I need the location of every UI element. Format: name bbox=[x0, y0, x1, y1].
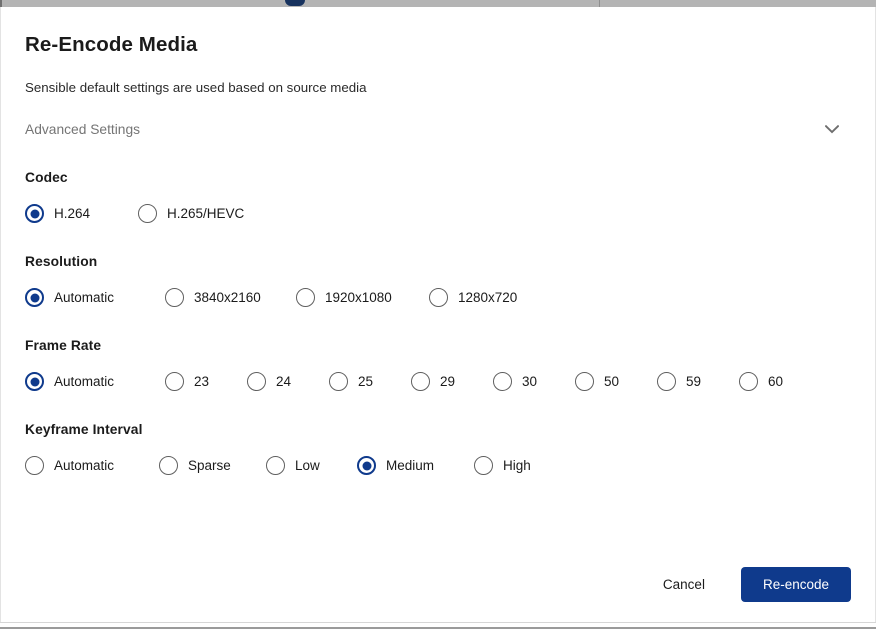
radio-framerate-59[interactable]: 59 bbox=[657, 371, 739, 393]
radio-framerate-29[interactable]: 29 bbox=[411, 371, 493, 393]
cancel-button[interactable]: Cancel bbox=[645, 569, 723, 600]
radio-mark bbox=[411, 372, 430, 392]
radio-framerate-50[interactable]: 50 bbox=[575, 371, 657, 393]
option-group-framerate: Frame Rate Automatic 23 24 25 29 30 50 5… bbox=[25, 338, 851, 393]
group-heading-keyframe-interval: Keyframe Interval bbox=[25, 421, 143, 437]
radio-keyframe-medium[interactable]: Medium bbox=[357, 455, 474, 477]
radio-codec-h264[interactable]: H.264 bbox=[25, 203, 138, 225]
radio-mark bbox=[429, 288, 448, 308]
radio-label: Automatic bbox=[54, 290, 115, 306]
re-encode-media-dialog: Re-Encode Media Sensible default setting… bbox=[0, 7, 876, 622]
radio-mark bbox=[739, 372, 758, 392]
radio-codec-h265-hevc[interactable]: H.265/HEVC bbox=[138, 203, 244, 225]
radio-resolution-1280x720[interactable]: 1280x720 bbox=[429, 287, 517, 309]
radio-keyframe-sparse[interactable]: Sparse bbox=[159, 455, 266, 477]
radio-mark bbox=[247, 372, 266, 392]
radio-resolution-3840x2160[interactable]: 3840x2160 bbox=[165, 287, 296, 309]
radio-mark bbox=[493, 372, 512, 392]
radio-framerate-automatic[interactable]: Automatic bbox=[25, 371, 165, 393]
radio-label: 59 bbox=[686, 374, 702, 390]
option-group-resolution: Resolution Automatic 3840x2160 1920x1080… bbox=[25, 254, 851, 309]
radio-label: 50 bbox=[604, 374, 620, 390]
radio-mark bbox=[165, 288, 184, 308]
radio-label: 29 bbox=[440, 374, 456, 390]
option-group-codec: Codec H.264 H.265/HEVC bbox=[25, 170, 851, 225]
radio-mark bbox=[296, 288, 315, 308]
radio-resolution-1920x1080[interactable]: 1920x1080 bbox=[296, 287, 429, 309]
radio-mark bbox=[266, 456, 285, 476]
radio-label: Sparse bbox=[188, 458, 231, 474]
radio-mark bbox=[474, 456, 493, 476]
radio-framerate-60[interactable]: 60 bbox=[739, 371, 821, 393]
radio-mark bbox=[159, 456, 178, 476]
radio-keyframe-high[interactable]: High bbox=[474, 455, 531, 477]
radio-framerate-25[interactable]: 25 bbox=[329, 371, 411, 393]
advanced-settings-toggle[interactable]: Advanced Settings bbox=[25, 119, 851, 141]
radio-mark bbox=[25, 204, 44, 224]
radio-label: 24 bbox=[276, 374, 292, 390]
radio-label: High bbox=[503, 458, 531, 474]
window-left-edge bbox=[0, 0, 2, 7]
radio-framerate-24[interactable]: 24 bbox=[247, 371, 329, 393]
advanced-settings-label: Advanced Settings bbox=[25, 122, 141, 138]
radio-label: 1920x1080 bbox=[325, 290, 392, 306]
radio-label: H.265/HEVC bbox=[167, 206, 245, 222]
radio-mark bbox=[165, 372, 184, 392]
re-encode-button[interactable]: Re-encode bbox=[740, 566, 851, 602]
dialog-footer: Cancel Re-encode bbox=[1, 566, 875, 602]
radio-mark bbox=[138, 204, 157, 224]
radio-mark bbox=[575, 372, 594, 392]
radio-row-codec: H.264 H.265/HEVC bbox=[25, 203, 851, 225]
group-heading-resolution: Resolution bbox=[25, 253, 98, 269]
radio-row-keyframe-interval: Automatic Sparse Low Medium High bbox=[25, 455, 851, 477]
radio-label: 23 bbox=[194, 374, 210, 390]
radio-label: Medium bbox=[386, 458, 435, 474]
toolbar-divider bbox=[599, 0, 600, 7]
radio-mark bbox=[25, 372, 44, 392]
dialog-subtitle: Sensible default settings are used based… bbox=[25, 79, 367, 95]
radio-label: 25 bbox=[358, 374, 374, 390]
radio-mark bbox=[25, 288, 44, 308]
radio-mark bbox=[657, 372, 676, 392]
radio-keyframe-automatic[interactable]: Automatic bbox=[25, 455, 159, 477]
browser-chrome-strip bbox=[0, 0, 876, 7]
radio-label: 30 bbox=[522, 374, 538, 390]
radio-label: Automatic bbox=[54, 458, 115, 474]
radio-label: Low bbox=[295, 458, 320, 474]
window-bottom-bar bbox=[0, 622, 876, 629]
radio-label: 3840x2160 bbox=[194, 290, 261, 306]
radio-resolution-automatic[interactable]: Automatic bbox=[25, 287, 165, 309]
radio-mark bbox=[357, 456, 376, 476]
radio-label: 1280x720 bbox=[458, 290, 518, 306]
radio-label: H.264 bbox=[54, 206, 91, 222]
active-tab-nub[interactable] bbox=[285, 0, 305, 6]
group-heading-codec: Codec bbox=[25, 169, 68, 185]
radio-label: 60 bbox=[768, 374, 784, 390]
radio-framerate-30[interactable]: 30 bbox=[493, 371, 575, 393]
radio-mark bbox=[25, 456, 44, 476]
group-heading-framerate: Frame Rate bbox=[25, 337, 102, 353]
radio-row-framerate: Automatic 23 24 25 29 30 50 59 60 bbox=[25, 371, 851, 393]
dialog-body: Re-Encode Media Sensible default setting… bbox=[1, 7, 875, 477]
page-title: Re-Encode Media bbox=[25, 33, 198, 56]
option-group-keyframe-interval: Keyframe Interval Automatic Sparse Low M… bbox=[25, 422, 851, 477]
radio-framerate-23[interactable]: 23 bbox=[165, 371, 247, 393]
radio-label: Automatic bbox=[54, 374, 115, 390]
radio-keyframe-low[interactable]: Low bbox=[266, 455, 357, 477]
radio-mark bbox=[329, 372, 348, 392]
chevron-down-icon[interactable] bbox=[823, 121, 841, 139]
radio-row-resolution: Automatic 3840x2160 1920x1080 1280x720 bbox=[25, 287, 851, 309]
